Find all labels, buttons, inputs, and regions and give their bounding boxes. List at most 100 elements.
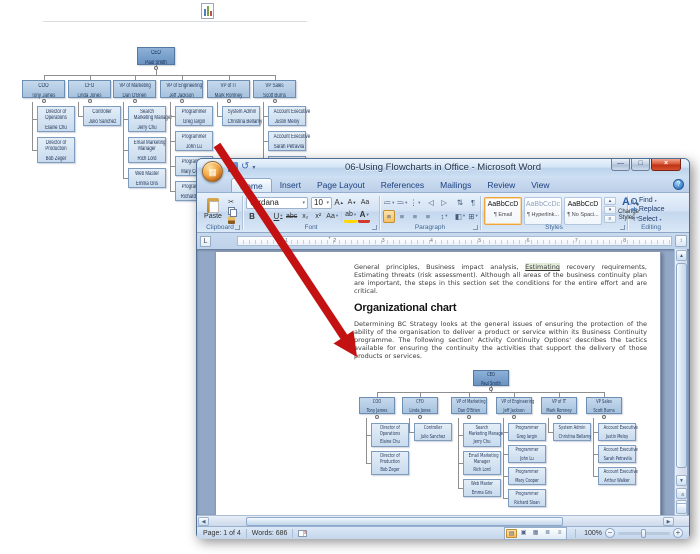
previous-page-icon[interactable]: « (676, 488, 687, 499)
format-painter-button[interactable] (225, 216, 237, 224)
style-card[interactable]: AaBbCcD¶ Email (484, 197, 522, 225)
select-button[interactable]: ↖Select (631, 216, 671, 223)
styles-down-icon[interactable]: ▾ (604, 206, 616, 214)
help-icon[interactable]: ? (673, 179, 684, 190)
horizontal-scrollbar[interactable]: ◀ ▶ (197, 515, 689, 526)
italic-button[interactable]: I (259, 210, 271, 223)
find-icon (631, 198, 637, 204)
style-card[interactable]: AaBbCcDc¶ Hyperlink... (524, 197, 562, 225)
cut-button[interactable]: ✂ (225, 198, 237, 206)
ruler-number: 4 (430, 238, 433, 244)
bullets-button[interactable]: ≔ (383, 196, 395, 209)
font-group: Verdana 10 A▲ A▼ Aa B I U abc x₂ x² Aa a… (243, 194, 379, 232)
clipboard-dialog-launcher-icon[interactable] (235, 225, 240, 230)
find-button[interactable]: Find (631, 197, 671, 204)
line-spacing-button[interactable]: ↕ (438, 210, 450, 223)
document-org-chart[interactable]: Director ofOperationsElaine ChuDirector … (355, 369, 635, 515)
scroll-down-icon[interactable]: ▼ (676, 475, 687, 486)
styles-more-icon[interactable]: ≡ (604, 215, 616, 223)
bold-button[interactable]: B (246, 210, 258, 223)
font-name-value: Verdana (249, 198, 279, 207)
clear-formatting-button[interactable]: Aa (359, 196, 371, 209)
font-name-select[interactable]: Verdana (246, 197, 308, 209)
align-right-button[interactable]: ≡ (409, 210, 421, 223)
shrink-font-button[interactable]: A▼ (346, 196, 358, 209)
zoom-in-button[interactable]: + (673, 528, 683, 538)
tab-view[interactable]: View (523, 178, 557, 192)
font-dialog-launcher-icon[interactable] (372, 225, 377, 230)
org-box: Account ExecutiveSarah Petravila (268, 131, 306, 151)
document-page[interactable]: General principles, Business impact anal… (215, 251, 661, 515)
multilevel-list-button[interactable]: ⋮ (409, 196, 421, 209)
ruler-number: 2 (333, 238, 336, 244)
ruler-toggle-button[interactable]: ↕ (675, 235, 687, 247)
style-card[interactable]: AaBbCcD¶ No Spaci... (564, 197, 602, 225)
word-count[interactable]: Words: 686 (252, 530, 288, 537)
org-box: SearchMarketing ManagerJerry Chu (463, 423, 501, 447)
tab-page-layout[interactable]: Page Layout (309, 178, 373, 192)
copy-button[interactable] (225, 207, 237, 215)
close-button[interactable]: × (651, 159, 681, 171)
horizontal-scroll-thumb[interactable] (246, 517, 563, 526)
org-box: VP SalesScott Burns (253, 80, 296, 98)
title-bar[interactable]: ▦ ↺ ▾ 06-Using Flowcharts in Office - Mi… (197, 159, 689, 178)
horizontal-ruler[interactable]: 123456789 (237, 236, 672, 246)
change-case-button[interactable]: Aa (325, 210, 339, 223)
justify-button[interactable]: ≡ (422, 210, 434, 223)
align-center-button[interactable]: ≡ (396, 210, 408, 223)
minimize-button[interactable]: — (611, 159, 630, 171)
zoom-slider-thumb[interactable] (641, 529, 646, 538)
align-left-button[interactable]: ≡ (383, 210, 395, 223)
ruler-number: 7 (575, 238, 578, 244)
zoom-slider[interactable] (618, 532, 670, 535)
scroll-left-icon[interactable]: ◀ (198, 517, 209, 526)
superscript-button[interactable]: x² (312, 210, 324, 223)
vertical-scrollbar[interactable]: ▲ ▼ « ● (674, 249, 687, 515)
decrease-indent-button[interactable]: ◁ (425, 196, 437, 209)
shading-button[interactable]: ◧ (454, 210, 466, 223)
scroll-up-icon[interactable]: ▲ (676, 250, 687, 261)
sort-button[interactable]: ⇅ (454, 196, 466, 209)
ribbon-tabs: HomeInsertPage LayoutReferencesMailingsR… (231, 178, 558, 192)
tab-selector-button[interactable]: L (200, 236, 211, 247)
styles-dialog-launcher-icon[interactable] (620, 225, 625, 230)
org-box: System AdminChristina Bellamy (553, 423, 591, 441)
paragraph-dialog-launcher-icon[interactable] (473, 225, 478, 230)
underline-button[interactable]: U (272, 210, 284, 223)
draft-view-button[interactable]: ≡ (554, 529, 565, 538)
font-size-select[interactable]: 10 (311, 197, 332, 209)
tab-home[interactable]: Home (231, 178, 272, 192)
zoom-level[interactable]: 100% (584, 530, 602, 537)
proofing-status-icon[interactable] (298, 530, 307, 537)
grow-font-button[interactable]: A▲ (333, 196, 345, 209)
zoom-out-button[interactable]: − (605, 528, 615, 538)
font-color-button[interactable]: A (358, 210, 370, 223)
borders-button[interactable]: ⊞ (467, 210, 479, 223)
vertical-scroll-thumb[interactable] (676, 263, 687, 468)
replace-button[interactable]: abReplace (631, 206, 671, 213)
tab-insert[interactable]: Insert (272, 178, 309, 192)
tab-mailings[interactable]: Mailings (432, 178, 479, 192)
maximize-button[interactable]: □ (631, 159, 650, 171)
strikethrough-button[interactable]: abc (285, 210, 298, 223)
increase-indent-button[interactable]: ▷ (438, 196, 450, 209)
numbering-button[interactable]: ≕ (396, 196, 408, 209)
org-box: VP of EngineeringJeff Jackson (160, 80, 203, 98)
tab-references[interactable]: References (373, 178, 432, 192)
office-button[interactable]: ▦ (202, 161, 223, 182)
highlight-color-button[interactable]: ab (344, 210, 357, 223)
full-screen-view-button[interactable]: ▣ (518, 529, 529, 538)
subscript-button[interactable]: x₂ (299, 210, 311, 223)
outline-view-button[interactable]: ≣ (542, 529, 553, 538)
paste-button[interactable]: Paste (201, 196, 225, 223)
org-box: CEOPaul Smith (137, 47, 175, 65)
styles-up-icon[interactable]: ▴ (604, 197, 616, 205)
web-layout-view-button[interactable]: ▦ (530, 529, 541, 538)
print-layout-view-button[interactable]: ▤ (506, 529, 517, 538)
show-paragraph-marks-button[interactable]: ¶ (467, 196, 479, 209)
office-logo-icon: ▦ (208, 167, 217, 177)
select-icon: ↖ (631, 216, 636, 223)
tab-review[interactable]: Review (479, 178, 523, 192)
page-indicator[interactable]: Page: 1 of 4 (203, 530, 241, 537)
scroll-right-icon[interactable]: ▶ (663, 517, 674, 526)
